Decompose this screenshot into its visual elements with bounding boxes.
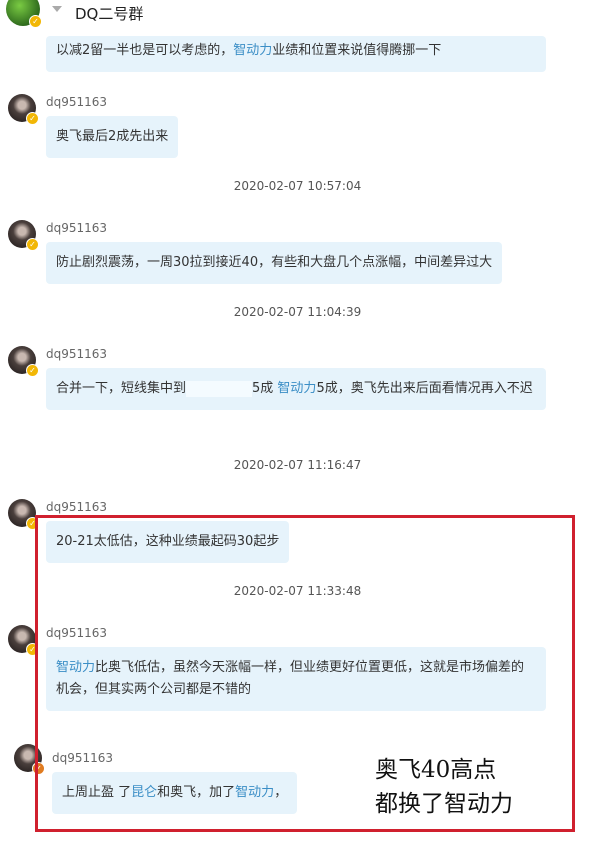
avatar[interactable]: ✓ xyxy=(8,499,39,530)
avatar[interactable]: ✓ xyxy=(8,220,39,251)
vip-badge-icon: ✓ xyxy=(26,364,39,377)
group-avatar[interactable]: ✓ xyxy=(6,0,42,28)
sender-name[interactable]: dq951163 xyxy=(46,95,107,109)
timestamp: 2020-02-07 10:57:04 xyxy=(233,179,362,193)
message-bubble: 防止剧烈震荡，一周30拉到接近40，有些和大盘几个点涨幅，中间差异过大 xyxy=(46,242,503,284)
message-bubble: 合并一下，短线集中到 5成 智动力5成，奥飞先出来后面看情况再入不迟 xyxy=(46,368,546,410)
annotation-line-2: 都换了智动力 xyxy=(375,791,513,817)
avatar[interactable]: ✓ xyxy=(8,94,39,125)
sender-name[interactable]: dq951163 xyxy=(46,500,107,514)
timestamp: 2020-02-07 11:16:47 xyxy=(233,458,362,472)
message-bubble: 以减2留一半也是可以考虑的，智动力业绩和位置来说值得腾挪一下 xyxy=(46,36,546,72)
stock-highlight[interactable]: 智动力 xyxy=(277,381,316,396)
redaction-mask xyxy=(186,380,253,397)
message-bubble: 奥飞最后2成先出来 xyxy=(46,116,179,158)
sender-name[interactable]: dq951163 xyxy=(46,221,107,235)
group-title: DQ二号群 xyxy=(75,5,144,23)
vip-badge-icon: ✓ xyxy=(26,112,39,125)
avatar[interactable]: ✓ xyxy=(8,346,39,377)
chevron-down-icon[interactable] xyxy=(52,6,62,12)
chat-header: ✓ DQ二号群 xyxy=(0,0,595,30)
verified-badge-icon: ✓ xyxy=(29,15,42,28)
timestamp: 2020-02-07 11:04:39 xyxy=(233,305,362,319)
annotation-line-1: 奥飞40高点 xyxy=(375,757,497,783)
avatar[interactable]: ✓ xyxy=(8,625,39,656)
sender-name[interactable]: dq951163 xyxy=(46,347,107,361)
vip-badge-icon: ✓ xyxy=(26,238,39,251)
stock-highlight[interactable]: 智动力 xyxy=(233,43,272,58)
